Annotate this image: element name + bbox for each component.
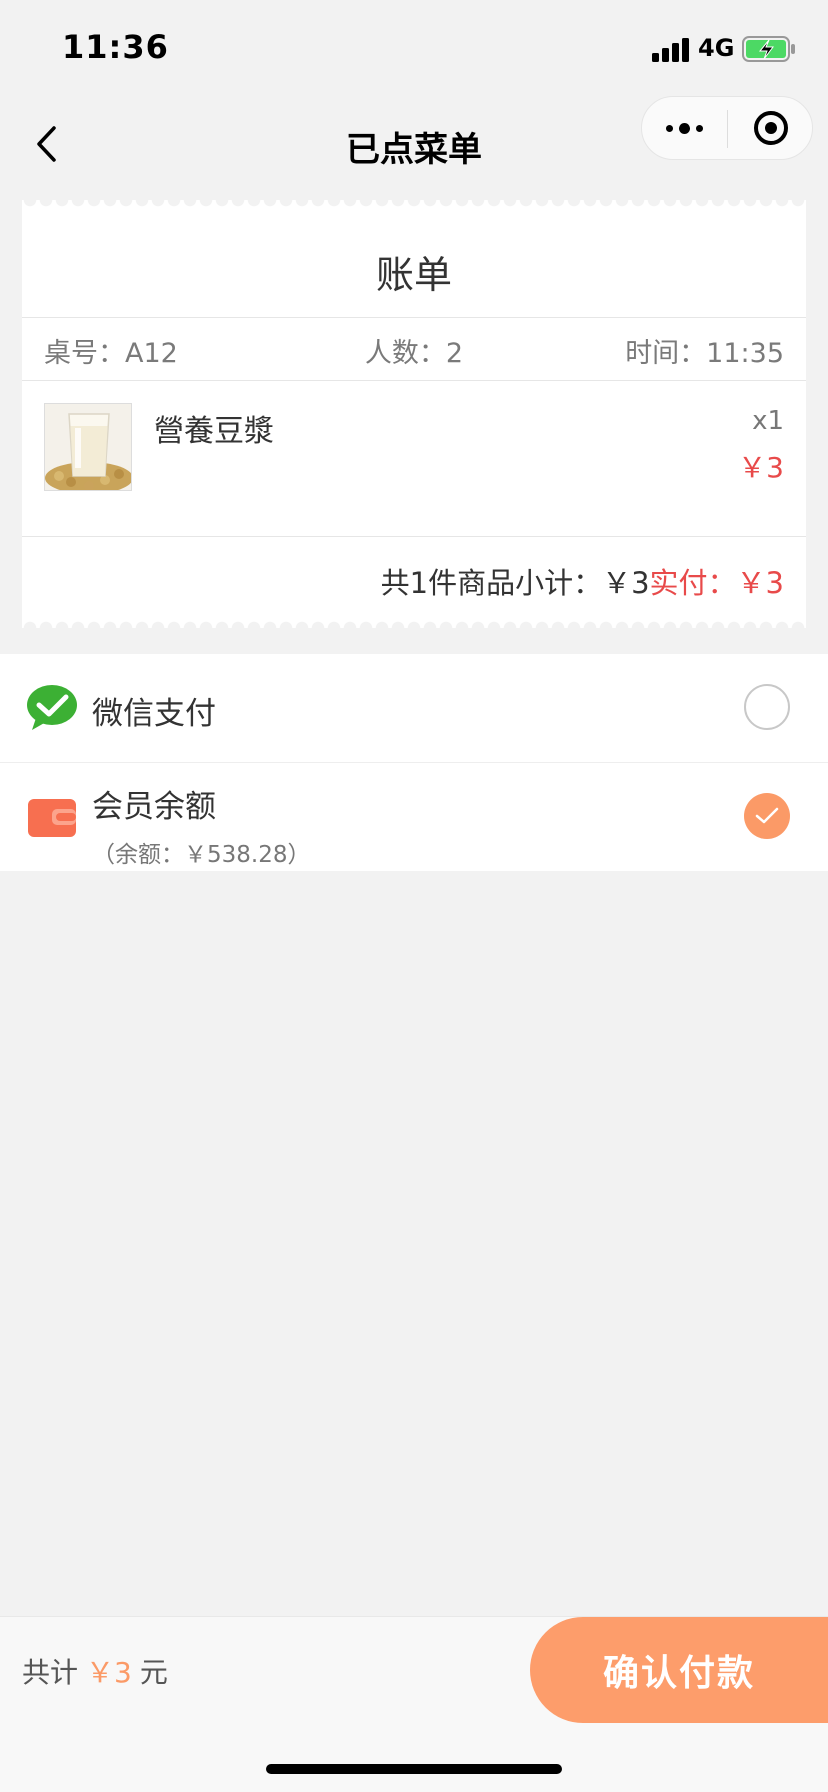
product-image xyxy=(44,403,132,491)
member-balance-label: 会员余额 xyxy=(92,789,216,825)
bill-card: 账单 桌号：A12 人数：2 时间：11:35 營養豆漿 x1 ￥3 共1件商品… xyxy=(22,200,806,628)
paid-label: 实付： xyxy=(649,566,737,600)
wechat-pay-label: 微信支付 xyxy=(92,696,216,732)
more-button[interactable] xyxy=(642,97,727,159)
total-prefix: 共计 xyxy=(22,1656,79,1689)
list-item: 營養豆漿 x1 ￥3 xyxy=(22,380,806,536)
payment-methods: 微信支付 会员余额 （余额：￥538.28） xyxy=(0,654,828,871)
status-bar: 11:36 4G xyxy=(0,0,828,100)
product-price: ￥3 xyxy=(738,451,784,484)
home-indicator xyxy=(266,1764,562,1774)
bill-title: 账单 xyxy=(375,253,452,297)
total-suffix: 元 xyxy=(139,1656,168,1689)
order-total: 共计 ￥3 元 xyxy=(22,1651,168,1691)
network-type: 4G xyxy=(698,34,735,62)
subtotal-text: 共1件商品小计：￥3 xyxy=(380,566,650,600)
member-balance-amount: （余额：￥538.28） xyxy=(92,842,311,868)
product-quantity: x1 xyxy=(752,406,784,436)
order-time: 时间：11:35 xyxy=(625,338,784,369)
bill-edge-bottom xyxy=(22,618,806,628)
bill-edge-top xyxy=(22,200,806,210)
wechat-pay-radio[interactable] xyxy=(744,684,790,730)
product-name: 營養豆漿 xyxy=(154,414,274,449)
wallet-icon xyxy=(26,793,78,841)
battery-charging-icon xyxy=(742,36,796,62)
bill-total-row: 共1件商品小计：￥3实付：￥3 xyxy=(381,560,784,602)
check-icon xyxy=(755,807,779,824)
signal-icon xyxy=(652,36,692,62)
total-amount: ￥3 xyxy=(86,1656,132,1689)
mini-program-capsule xyxy=(641,96,813,160)
divider xyxy=(22,536,806,537)
bill-info-row: 桌号：A12 人数：2 时间：11:35 xyxy=(22,318,806,380)
close-miniprogram-button[interactable] xyxy=(728,97,813,159)
paid-amount: ￥3 xyxy=(736,566,784,600)
member-balance-radio[interactable] xyxy=(744,793,790,839)
member-balance-option[interactable]: 会员余额 （余额：￥538.28） xyxy=(0,763,828,871)
wechat-icon xyxy=(26,684,78,732)
wechat-pay-option[interactable]: 微信支付 xyxy=(0,654,828,762)
target-icon xyxy=(753,111,788,145)
confirm-payment-button[interactable]: 确认付款 xyxy=(530,1617,828,1723)
status-time: 11:36 xyxy=(62,28,169,66)
